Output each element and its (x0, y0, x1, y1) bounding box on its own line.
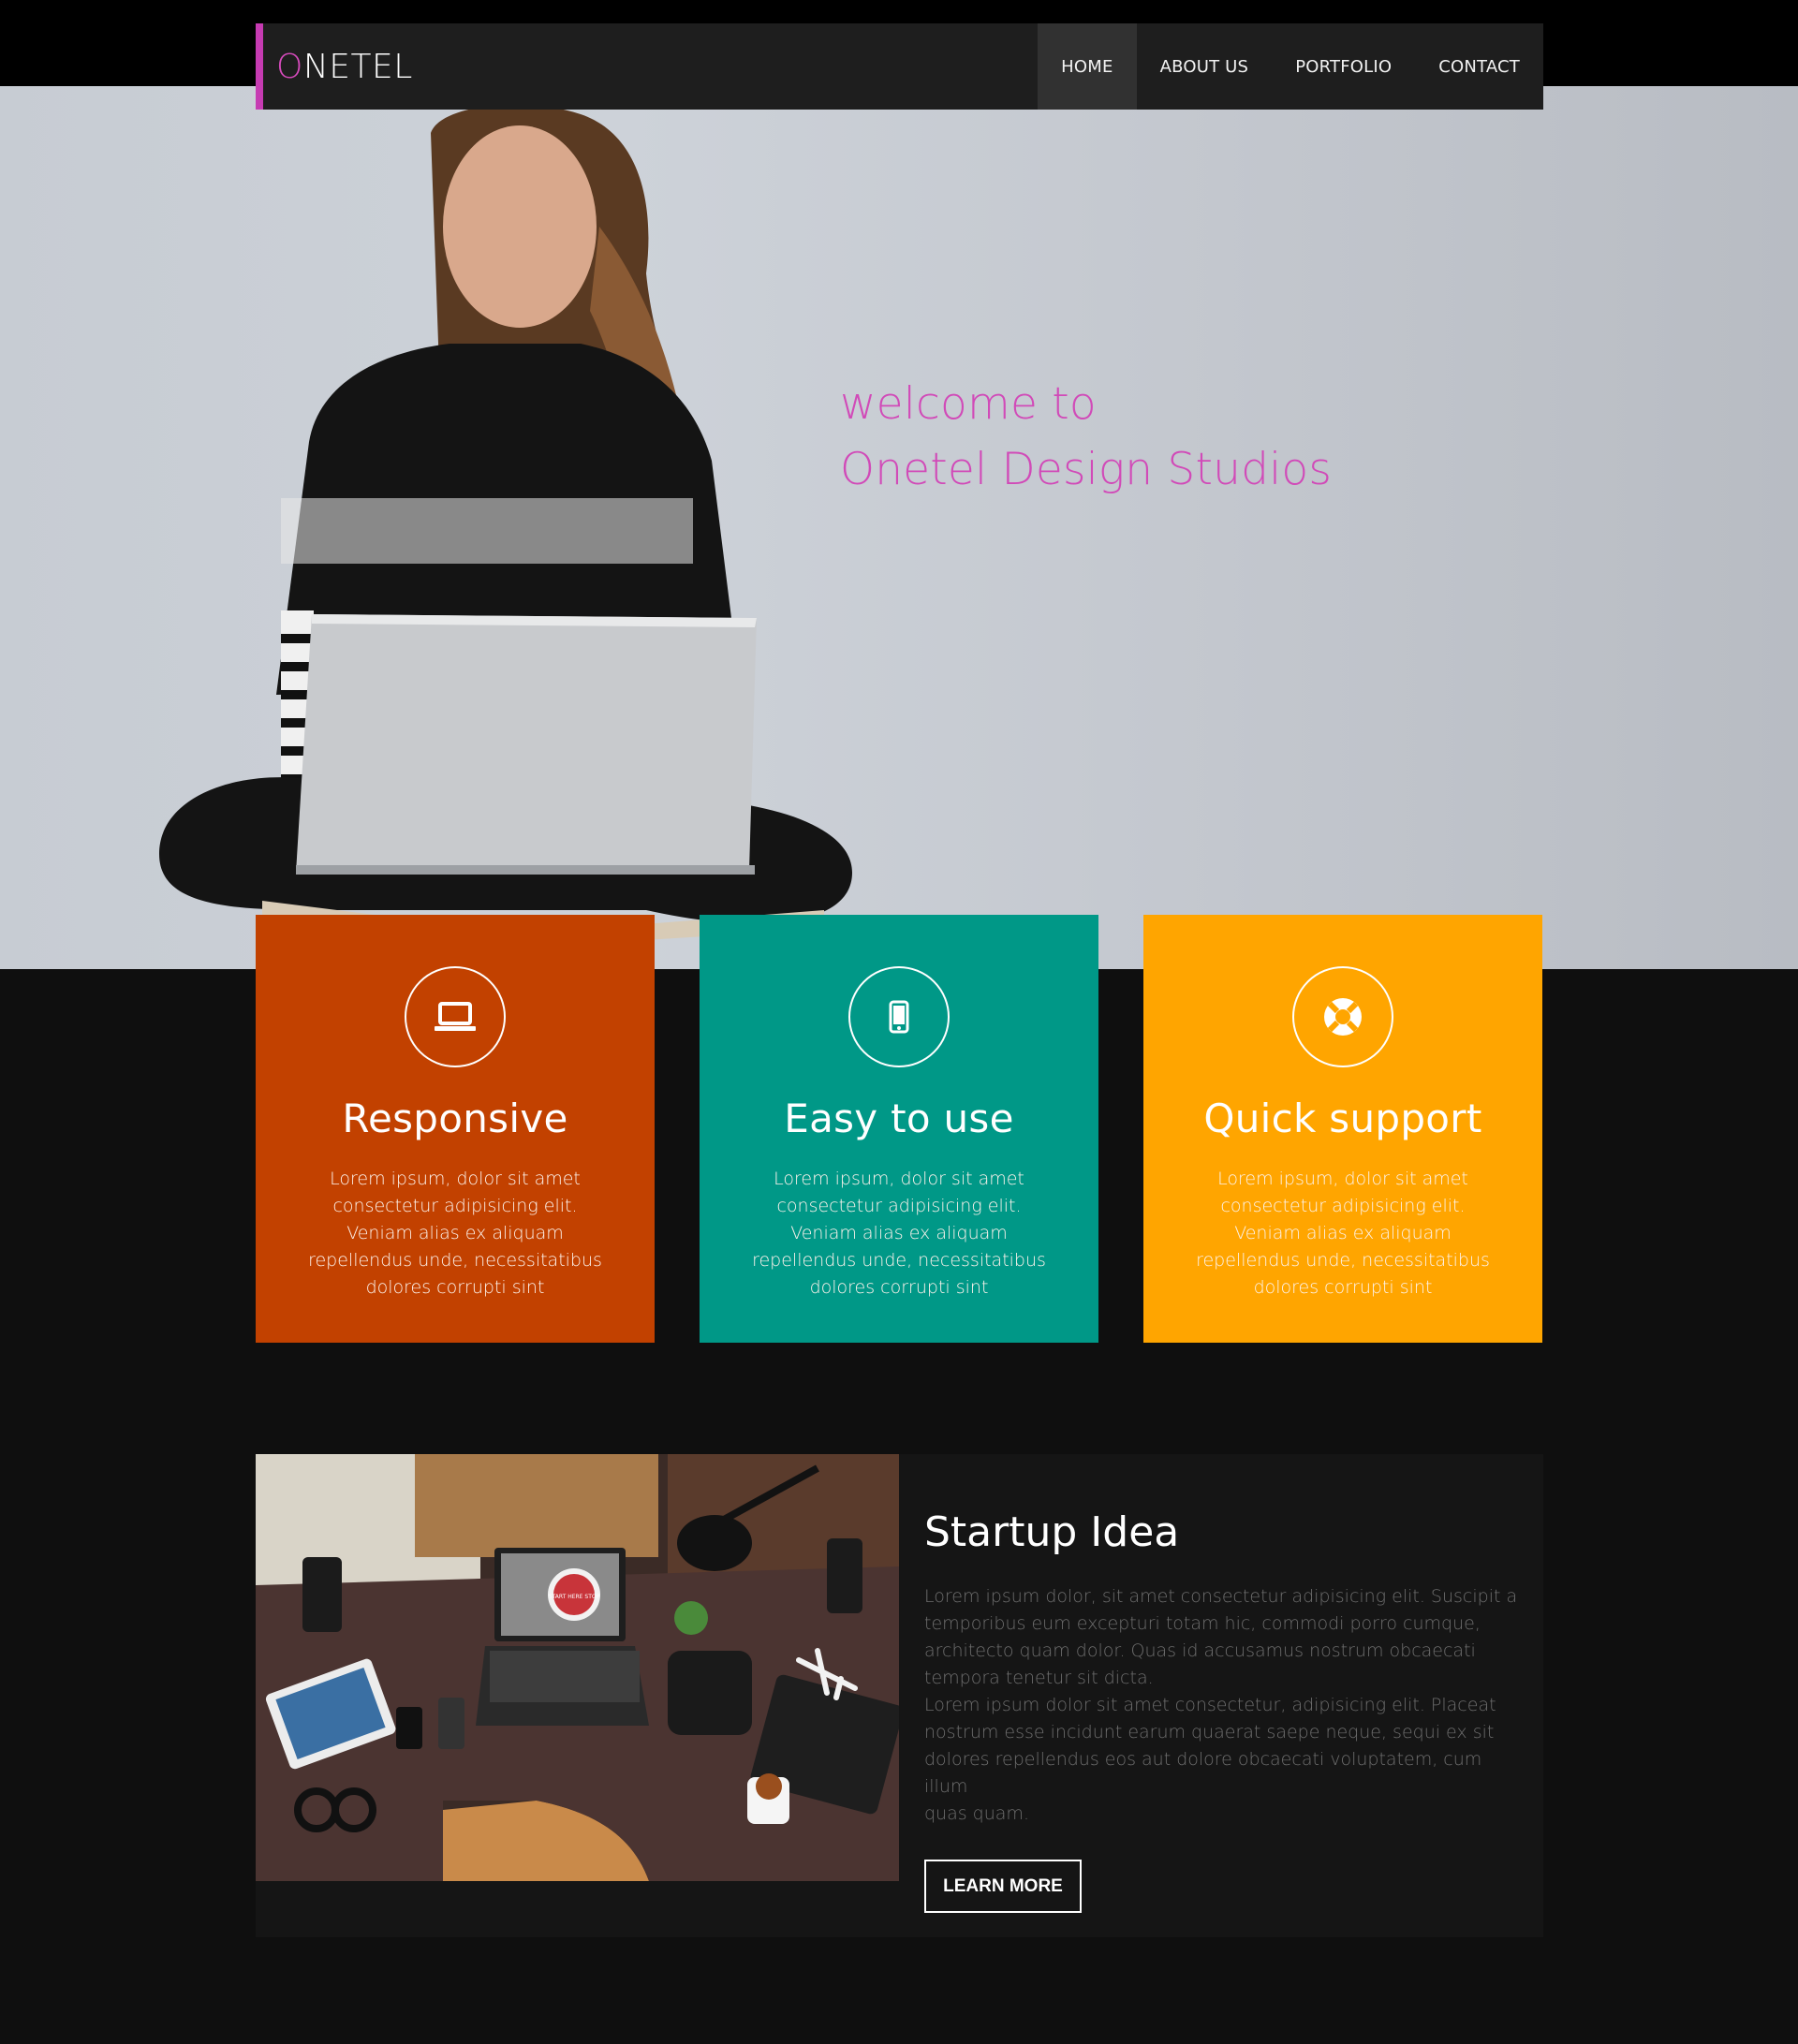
feature-line: Veniam alias ex aliquam (790, 1223, 1008, 1243)
startup-line: temporibus eum excepturi totam hic, comm… (924, 1613, 1481, 1634)
feature-line: repellendus unde, necessitatibus (308, 1250, 602, 1271)
hero-photo (159, 104, 852, 948)
learn-more-button[interactable]: LEARN MORE (924, 1860, 1082, 1913)
icon-circle (848, 966, 950, 1067)
startup-section: START HERE STOP Startup Idea Lorem ipsum… (256, 1454, 1543, 1937)
feature-description: Lorem ipsum, dolor sit amet consectetur … (1188, 1166, 1497, 1301)
laptop-icon (435, 1002, 476, 1031)
feature-line: repellendus unde, necessitatibus (1196, 1250, 1490, 1271)
hero-section: welcome to Onetel Design Studios (0, 86, 1798, 969)
hero-line-2: Onetel Design Studios (840, 444, 1333, 495)
navbar: O NETEL HOME ABOUT US PORTFOLIO CONTACT (256, 23, 1543, 110)
feature-title: Quick support (1203, 1096, 1482, 1141)
startup-line: Lorem ipsum dolor sit amet consectetur, … (924, 1695, 1496, 1715)
startup-line: quas quam. (924, 1803, 1029, 1824)
feature-line: consectetur adipisicing elit. (1220, 1196, 1466, 1216)
startup-line: tempora tenetur sit dicta. (924, 1668, 1154, 1688)
nav-contact[interactable]: CONTACT (1415, 23, 1543, 110)
startup-line: architecto quam dolor. Quas id accusamus… (924, 1640, 1476, 1661)
feature-line: Veniam alias ex aliquam (1234, 1223, 1452, 1243)
feature-line: Lorem ipsum, dolor sit amet (1217, 1169, 1468, 1189)
feature-line: Lorem ipsum, dolor sit amet (774, 1169, 1024, 1189)
feature-line: dolores corrupti sint (1253, 1277, 1433, 1298)
startup-body: Lorem ipsum dolor, sit amet consectetur … (924, 1583, 1520, 1828)
feature-card-easy-to-use: Easy to use Lorem ipsum, dolor sit amet … (700, 915, 1098, 1343)
feature-line: consectetur adipisicing elit. (332, 1196, 578, 1216)
feature-card-quick-support: Quick support Lorem ipsum, dolor sit ame… (1143, 915, 1542, 1343)
feature-card-responsive: Responsive Lorem ipsum, dolor sit amet c… (256, 915, 655, 1343)
feature-line: dolores corrupti sint (809, 1277, 989, 1298)
icon-circle (1292, 966, 1393, 1067)
feature-title: Responsive (342, 1096, 568, 1141)
feature-line: consectetur adipisicing elit. (776, 1196, 1022, 1216)
logo-text: NETEL (302, 47, 413, 86)
feature-description: Lorem ipsum, dolor sit amet consectetur … (744, 1166, 1054, 1301)
hero-heading: welcome to Onetel Design Studios (840, 372, 1332, 503)
nav-about-us[interactable]: ABOUT US (1137, 23, 1273, 110)
icon-circle (405, 966, 506, 1067)
nav-home[interactable]: HOME (1038, 23, 1137, 110)
feature-title: Easy to use (784, 1096, 1014, 1141)
logo-accent-bar (256, 23, 263, 110)
feature-line: dolores corrupti sint (365, 1277, 545, 1298)
feature-line: repellendus unde, necessitatibus (752, 1250, 1046, 1271)
mobile-icon (889, 1000, 909, 1034)
startup-title: Startup Idea (924, 1508, 1180, 1556)
desk-photo: START HERE STOP (256, 1454, 899, 1881)
logo[interactable]: O NETEL (263, 23, 413, 110)
sticker-text: START HERE STOP (549, 1594, 600, 1600)
nav-portfolio[interactable]: PORTFOLIO (1272, 23, 1415, 110)
lifebuoy-icon (1324, 998, 1362, 1036)
startup-line: Lorem ipsum dolor, sit amet consectetur … (924, 1586, 1518, 1607)
feature-line: Veniam alias ex aliquam (346, 1223, 564, 1243)
logo-initial: O (276, 47, 303, 86)
startup-line: nostrum esse incidunt earum quaerat saep… (924, 1722, 1495, 1743)
nav-menu: HOME ABOUT US PORTFOLIO CONTACT (1038, 23, 1543, 110)
feature-description: Lorem ipsum, dolor sit amet consectetur … (301, 1166, 610, 1301)
startup-line: dolores repellendus eos aut dolore obcae… (924, 1749, 1482, 1797)
page: welcome to Onetel Design Studios O NETEL … (0, 0, 1798, 2044)
feature-line: Lorem ipsum, dolor sit amet (330, 1169, 581, 1189)
hero-line-1: welcome to (840, 378, 1097, 430)
